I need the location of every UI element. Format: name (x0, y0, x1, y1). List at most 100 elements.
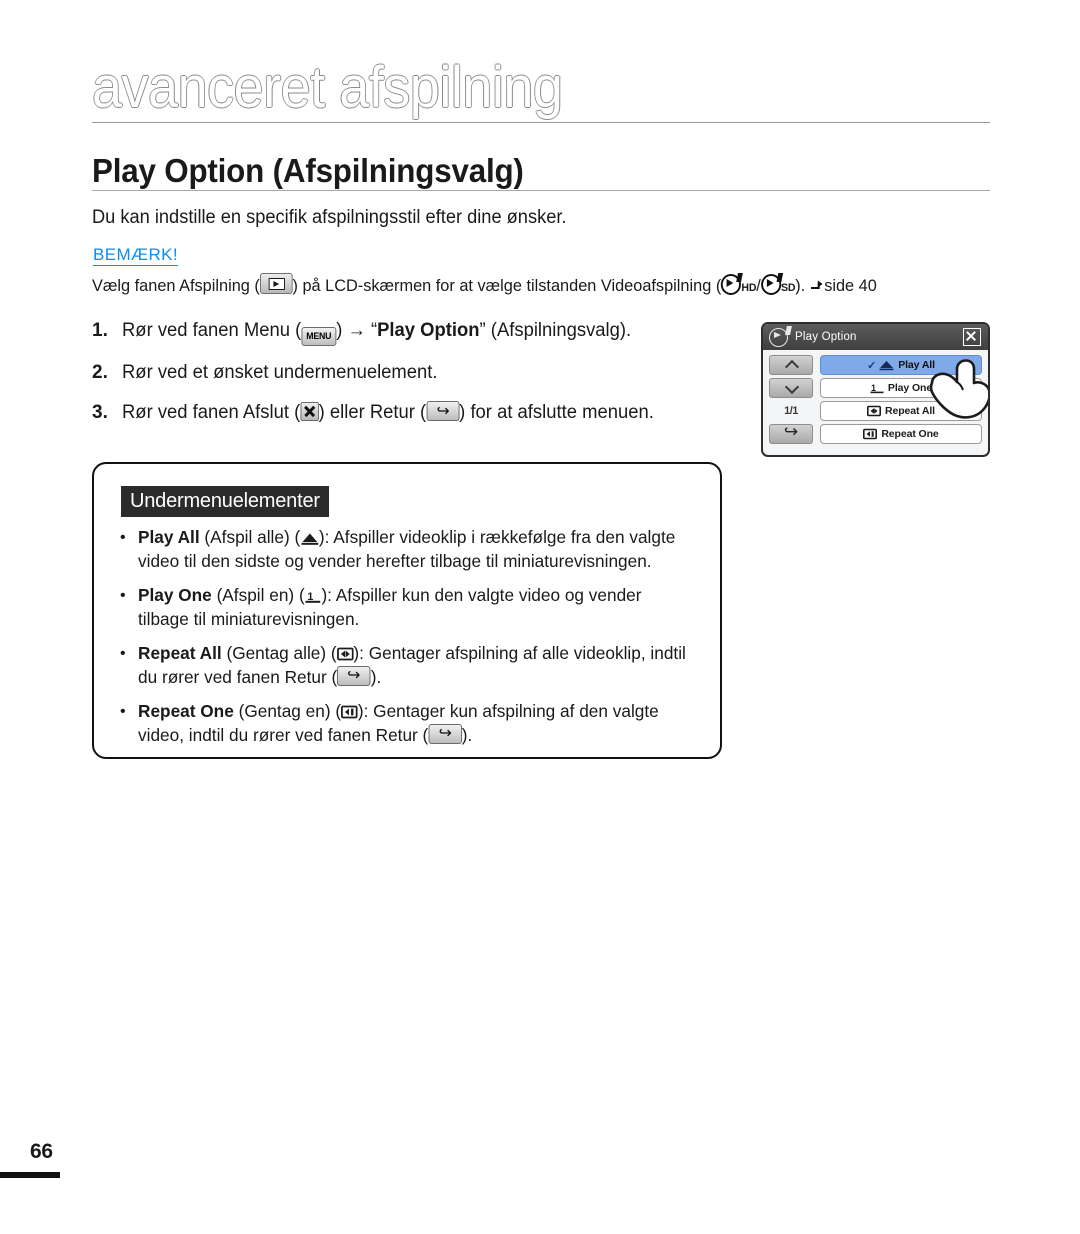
return-tab-icon (337, 665, 371, 686)
bullet-repeat-one-term: Repeat One (138, 701, 234, 721)
page-number-rule (0, 1172, 60, 1178)
video-hd-icon (721, 274, 742, 295)
chapter-header: avanceret afspilning (92, 58, 992, 126)
note-page-ref: side 40 (824, 276, 877, 295)
step-3-text-part-2: ) eller Retur ( (318, 402, 427, 423)
lcd-menu-label: Play All (898, 359, 935, 371)
chapter-title: avanceret afspilning (92, 55, 563, 120)
step-1-text-part-1: Rør ved fanen Menu ( (122, 320, 302, 341)
bullet-repeat-one-rest-2: ). (461, 724, 473, 745)
bullet-repeat-one-translation: (Gentag en) ( (233, 701, 342, 721)
sd-label: SD (780, 282, 796, 294)
bullet-play-one-term: Play One (138, 585, 212, 605)
page-indicator: 1/1 (784, 405, 798, 417)
lcd-menu-item-repeat-one[interactable]: Repeat One (820, 424, 982, 444)
step-3-text-part-1: Rør ved fanen Afslut ( (122, 402, 301, 423)
step-2-text: Rør ved et ønsket undermenuelement. (122, 362, 438, 383)
return-button[interactable] (769, 424, 813, 444)
note-separator: / (756, 276, 761, 295)
steps-list: 1. Rør ved fanen Menu (MENU) → “Play Opt… (92, 318, 742, 440)
note-text-part-3: ). (795, 276, 810, 295)
intro-paragraph: Du kan indstille en specifik afspilnings… (92, 207, 567, 228)
lcd-menu-item-play-all[interactable]: ✓ Play All (820, 355, 982, 375)
step-1-bold-term: Play Option (377, 320, 480, 341)
step-3: 3. Rør ved fanen Afslut ( ) eller Retur (… (92, 400, 742, 426)
step-3-text-part-3: ) for at afslutte menuen. (459, 402, 654, 423)
step-1-arrow: → (347, 320, 366, 341)
return-tab-icon (426, 401, 460, 421)
step-2-number: 2. (92, 362, 108, 383)
bullet-repeat-all-translation: (Gentag alle) ( (221, 643, 337, 663)
bullet-repeat-all-rest-2: ). (370, 666, 382, 687)
bullet-play-all-term: Play All (138, 527, 200, 547)
lcd-menu-item-repeat-all[interactable]: Repeat All (820, 401, 982, 421)
bullet-play-all: • Play All (Afspil alle) (): Afspiller v… (120, 526, 698, 573)
repeat-one-icon (341, 705, 358, 719)
return-tab-icon (428, 723, 462, 744)
step-1-quote-open: “ (365, 320, 378, 341)
svg-text:1: 1 (871, 383, 876, 393)
scroll-down-button[interactable] (769, 378, 813, 398)
section-divider (92, 190, 990, 191)
check-icon: ✓ (867, 359, 877, 372)
close-icon[interactable] (963, 328, 981, 346)
page-number: 66 (30, 1140, 53, 1163)
lcd-menu-label: Repeat All (885, 405, 935, 417)
hd-label: HD (741, 282, 757, 294)
menu-button-icon: MENU (301, 327, 337, 346)
step-3-text: Rør ved fanen Afslut ( ) eller Retur ( ) f… (122, 400, 654, 426)
repeat-all-icon (336, 647, 354, 661)
submenu-heading: Undermenuelementer (121, 486, 329, 517)
bullet-marker: • (120, 645, 126, 662)
bullet-play-all-text: Play All (Afspil alle) (): Afspiller vid… (138, 526, 690, 573)
page-arrow-icon (810, 279, 824, 293)
step-1-text: Rør ved fanen Menu (MENU) → “Play Option… (122, 318, 631, 346)
play-all-icon (300, 531, 319, 546)
repeat-one-icon (863, 428, 878, 440)
video-sd-icon (760, 274, 781, 295)
step-2: 2. Rør ved et ønsket undermenuelement. (92, 360, 742, 386)
bullet-play-one-text: Play One (Afspil en) (1): Afspiller kun … (138, 584, 690, 631)
play-option-icon (769, 327, 788, 347)
lcd-menu-list: ✓ Play All 1 Play One Repeat All Repeat … (820, 355, 988, 449)
bullet-repeat-one: • Repeat One (Gentag en) (): Gentager ku… (120, 700, 698, 747)
play-one-icon: 1 (305, 589, 322, 604)
page-title: Play Option (Afspilningsvalg) (92, 152, 524, 189)
bullet-repeat-one-text: Repeat One (Gentag en) (): Gentager kun … (138, 700, 690, 747)
submenu-bullet-list: • Play All (Afspil alle) (): Afspiller v… (120, 526, 698, 758)
playback-tab-icon (259, 273, 293, 294)
lcd-side-controls: 1/1 (769, 355, 813, 449)
note-text: Vælg fanen Afspilning ( ) på LCD-skærmen … (92, 273, 961, 300)
repeat-all-icon (867, 405, 882, 417)
bullet-marker: • (120, 587, 126, 604)
bullet-repeat-all-text: Repeat All (Gentag alle) (): Gentager af… (138, 642, 690, 689)
bullet-repeat-all: • Repeat All (Gentag alle) (): Gentager … (120, 642, 698, 689)
lcd-screen-mockup: Play Option 1/1 ✓ Play All 1 Play One (761, 322, 990, 457)
step-1-text-part-2: ) (336, 320, 348, 341)
submenu-items-box: Undermenuelementer • Play All (Afspil al… (92, 462, 722, 759)
step-3-number: 3. (92, 402, 108, 423)
chapter-divider (92, 122, 990, 123)
scroll-up-button[interactable] (769, 355, 813, 375)
lcd-body: 1/1 ✓ Play All 1 Play One (763, 350, 988, 455)
play-all-icon (879, 359, 894, 371)
play-one-icon: 1 (870, 382, 884, 394)
bullet-repeat-all-term: Repeat All (138, 643, 222, 663)
lcd-menu-label: Repeat One (881, 428, 939, 440)
lcd-titlebar: Play Option (763, 324, 988, 350)
bullet-marker: • (120, 529, 126, 546)
step-1-number: 1. (92, 320, 108, 341)
step-1-text-part-3: (Afspilningsvalg). (490, 320, 632, 341)
lcd-menu-item-play-one[interactable]: 1 Play One (820, 378, 982, 398)
exit-tab-icon (300, 402, 319, 421)
note-text-part-1: Vælg fanen Afspilning ( (92, 276, 260, 295)
step-1-quote-close: ” (479, 320, 491, 341)
step-1: 1. Rør ved fanen Menu (MENU) → “Play Opt… (92, 318, 742, 346)
note-text-part-2: ) på LCD-skærmen for at vælge tilstanden… (292, 276, 722, 295)
lcd-title: Play Option (795, 331, 857, 343)
note-label: BEMÆRK! (93, 245, 178, 266)
bullet-play-one-translation: (Afspil en) ( (211, 585, 305, 605)
bullet-marker: • (120, 703, 126, 720)
bullet-play-one: • Play One (Afspil en) (1): Afspiller ku… (120, 584, 698, 631)
lcd-menu-label: Play One (887, 382, 933, 394)
